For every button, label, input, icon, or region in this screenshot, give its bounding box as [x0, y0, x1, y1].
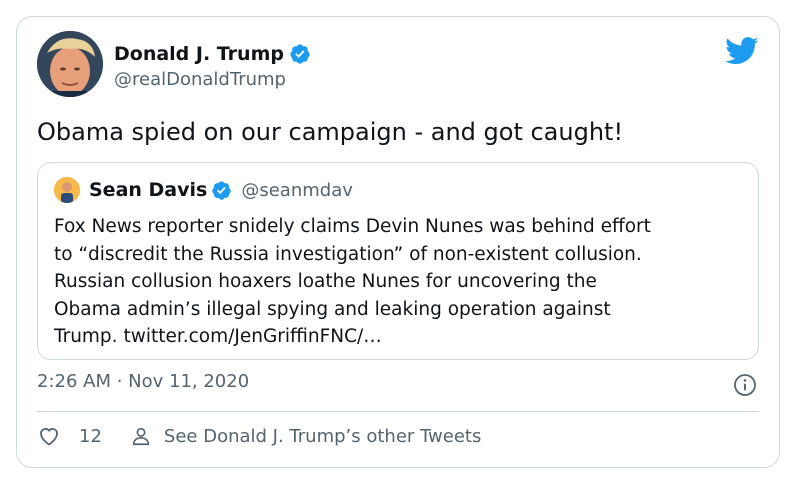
heart-icon	[40, 428, 58, 446]
verified-badge-icon	[290, 44, 310, 64]
like-button[interactable]: 12	[37, 424, 102, 448]
info-icon[interactable]	[733, 373, 757, 397]
quoted-text-line: Fox News reporter snidely claims Devin N…	[54, 216, 651, 237]
quoted-text: Fox News reporter snidely claims Devin N…	[54, 213, 754, 351]
author-avatar[interactable]	[37, 31, 103, 97]
quoted-text-line: Russian collusion hoaxers loathe Nunes f…	[54, 271, 597, 292]
tweet-text: Obama spied on our campaign - and got ca…	[37, 118, 624, 146]
author-name-row[interactable]: Donald J. Trump	[114, 42, 311, 66]
tweet-actions: 12 See Donald J. Trump’s other Tweets	[37, 424, 481, 448]
quoted-author-handle: @seanmdav	[241, 179, 353, 201]
tweet-card: Donald J. Trump @realDonaldTrump Obama s…	[16, 16, 780, 468]
twitter-bird-icon[interactable]	[725, 37, 759, 65]
divider	[37, 411, 759, 412]
author-handle[interactable]: @realDonaldTrump	[114, 69, 286, 90]
quoted-header: Sean Davis @seanmdav	[54, 177, 353, 203]
quoted-author-name: Sean Davis	[89, 179, 208, 201]
verified-badge-icon	[212, 180, 232, 200]
quoted-text-line: Trump. twitter.com/JenGriffinFNC/…	[54, 326, 382, 347]
tweet-timestamp[interactable]: 2:26 AM · Nov 11, 2020	[37, 371, 249, 392]
quoted-text-line: Obama admin’s illegal spying and leaking…	[54, 298, 611, 320]
author-name[interactable]: Donald J. Trump	[114, 42, 284, 66]
person-icon	[132, 427, 150, 446]
like-count: 12	[79, 425, 102, 447]
other-tweets-label: See Donald J. Trump’s other Tweets	[163, 425, 482, 447]
quoted-tweet[interactable]: Sean Davis @seanmdav Fox News reporter s…	[37, 162, 759, 360]
quoted-text-line: to “discredit the Russia investigation” …	[54, 243, 642, 265]
quoted-avatar	[54, 177, 80, 203]
other-tweets-link[interactable]: See Donald J. Trump’s other Tweets	[130, 425, 481, 447]
